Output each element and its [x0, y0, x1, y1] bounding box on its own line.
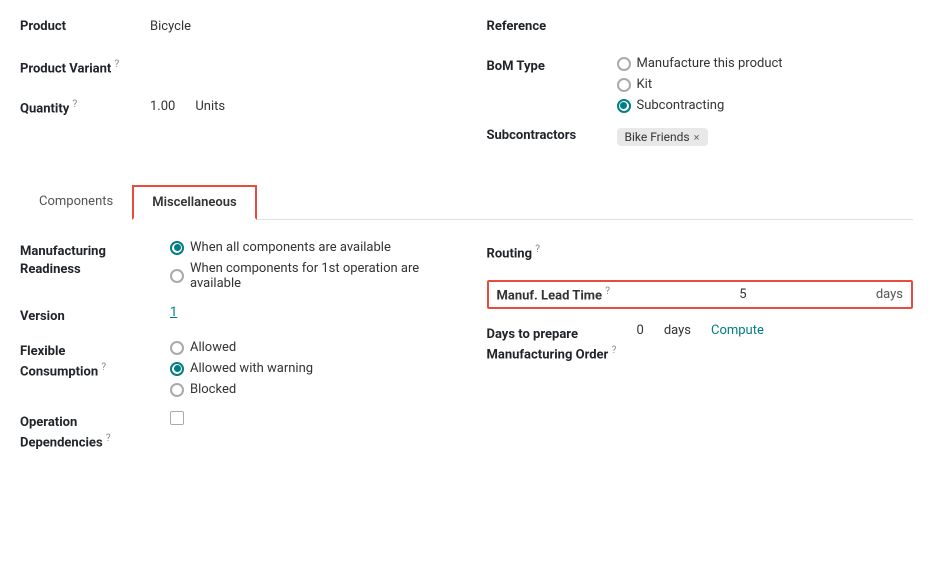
- quantity-row: 1.00 Units: [150, 96, 225, 114]
- version-label: Version: [20, 305, 170, 326]
- tab-miscellaneous[interactable]: Miscellaneous: [132, 185, 257, 220]
- operation-dependencies-checkbox[interactable]: [170, 411, 184, 425]
- subcontractors-tag-label: Bike Friends: [625, 130, 690, 144]
- operation-dependencies-value: [170, 411, 447, 425]
- flexible-options: Allowed Allowed with warning Blocked: [170, 340, 447, 397]
- tab-components[interactable]: Components: [20, 185, 132, 220]
- subcontractors-label: Subcontractors: [487, 125, 617, 143]
- manuf-lead-time-box: Manuf. Lead Time ? 5 days: [487, 280, 914, 309]
- days-prepare-label: Days to prepareManufacturing Order ?: [487, 323, 637, 365]
- bom-radio-kit: [617, 78, 631, 92]
- manuf-lead-time-unit: days: [876, 287, 903, 302]
- bom-radio-subcontracting: [617, 99, 631, 113]
- bom-type-label: BoM Type: [487, 56, 617, 74]
- routing-label: Routing ?: [487, 240, 637, 264]
- flexible-allowed[interactable]: Allowed: [170, 340, 447, 355]
- readiness-first-radio: [170, 269, 184, 283]
- operation-dependencies-label: OperationDependencies ?: [20, 411, 170, 453]
- manuf-lead-time-label: Manuf. Lead Time ?: [497, 286, 611, 303]
- quantity-label: Quantity ?: [20, 96, 150, 116]
- subcontractors-tag[interactable]: Bike Friends ×: [617, 128, 708, 146]
- bom-radio-manufacture: [617, 57, 631, 71]
- subcontractors-tag-close[interactable]: ×: [694, 131, 700, 144]
- tabs-bar: Components Miscellaneous: [20, 185, 913, 220]
- product-label: Product: [20, 16, 150, 34]
- bom-type-options: Manufacture this product Kit Subcontract…: [617, 56, 783, 113]
- readiness-all[interactable]: When all components are available: [170, 240, 447, 255]
- bom-option-manufacture[interactable]: Manufacture this product: [617, 56, 783, 71]
- readiness-first[interactable]: When components for 1st operation areava…: [170, 261, 447, 291]
- flexible-blocked[interactable]: Blocked: [170, 382, 447, 397]
- bom-option-kit[interactable]: Kit: [617, 77, 783, 92]
- readiness-all-radio: [170, 241, 184, 255]
- flexible-consumption-label: FlexibleConsumption ?: [20, 340, 170, 382]
- quantity-unit: Units: [195, 99, 225, 114]
- flexible-allowed-radio: [170, 341, 184, 355]
- readiness-options: When all components are available When c…: [170, 240, 447, 291]
- reference-label: Reference: [487, 16, 617, 34]
- manuf-lead-time-value[interactable]: 5: [618, 287, 868, 302]
- subcontractors-value: Bike Friends ×: [617, 125, 708, 146]
- product-value: Bicycle: [150, 16, 191, 34]
- compute-link[interactable]: Compute: [711, 323, 764, 338]
- bom-option-subcontracting[interactable]: Subcontracting: [617, 98, 783, 113]
- days-prepare-row: 0 days Compute: [637, 323, 914, 338]
- product-variant-label: Product Variant ?: [20, 56, 150, 76]
- flexible-blocked-radio: [170, 383, 184, 397]
- flexible-allowed-warning-radio: [170, 362, 184, 376]
- days-prepare-value[interactable]: 0: [637, 323, 644, 338]
- quantity-value[interactable]: 1.00: [150, 99, 175, 114]
- flexible-allowed-warning[interactable]: Allowed with warning: [170, 361, 447, 376]
- version-value[interactable]: 1: [170, 305, 447, 320]
- days-prepare-unit: days: [664, 323, 691, 338]
- manufacturing-readiness-label: ManufacturingReadiness: [20, 240, 170, 279]
